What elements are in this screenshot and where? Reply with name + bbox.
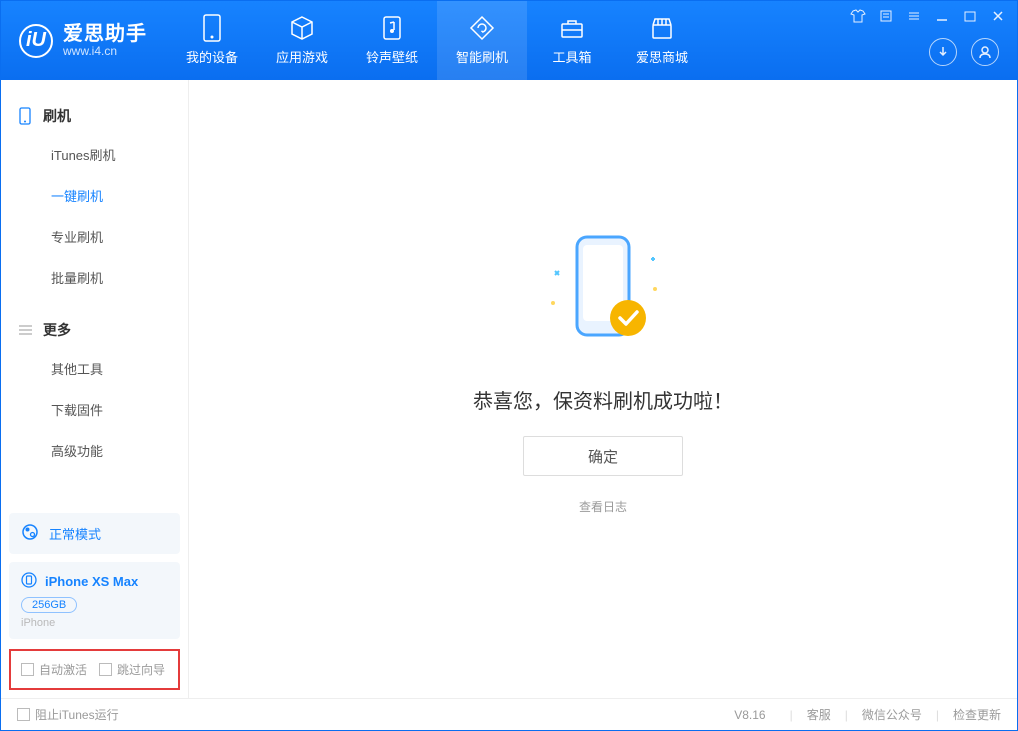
footer-link-service[interactable]: 客服 [807, 706, 831, 723]
toolbox-icon [559, 15, 585, 41]
mode-card[interactable]: 正常模式 [9, 513, 180, 554]
close-icon[interactable] [989, 7, 1007, 25]
device-card[interactable]: iPhone XS Max 256GB iPhone [9, 562, 180, 639]
sidebar-item-batch-flash[interactable]: 批量刷机 [1, 257, 188, 298]
nav-store[interactable]: 爱思商城 [617, 1, 707, 80]
device-name: iPhone XS Max [45, 574, 138, 589]
download-icon[interactable] [929, 38, 957, 66]
separator: | [845, 708, 848, 722]
nav-label: 铃声壁纸 [366, 47, 418, 66]
device-storage-badge: 256GB [21, 597, 77, 613]
app-title: 爱思助手 [63, 23, 147, 45]
checkbox-skip-guide[interactable]: 跳过向导 [99, 661, 165, 678]
music-icon [379, 15, 405, 41]
sidebar-section-more: 更多 [1, 312, 188, 348]
sidebar-item-download-firmware[interactable]: 下载固件 [1, 389, 188, 430]
checkbox-icon [17, 708, 30, 721]
separator: | [936, 708, 939, 722]
header-actions [929, 38, 999, 66]
minimize-icon[interactable] [933, 7, 951, 25]
app-logo-icon: iU [19, 24, 53, 58]
footer-right: V8.16 | 客服 | 微信公众号 | 检查更新 [734, 706, 1001, 723]
footer-option-label: 阻止iTunes运行 [35, 706, 119, 723]
options-highlight-box: 自动激活 跳过向导 [9, 649, 180, 690]
sidebar-section-title: 更多 [43, 320, 71, 340]
refresh-icon [469, 15, 495, 41]
app-window: iU 爱思助手 www.i4.cn 我的设备 应用游戏 [0, 0, 1018, 731]
nav-label: 爱思商城 [636, 47, 688, 66]
store-icon [649, 15, 675, 41]
shirt-icon[interactable] [849, 7, 867, 25]
user-icon[interactable] [971, 38, 999, 66]
window-controls [849, 7, 1007, 25]
footer-link-update[interactable]: 检查更新 [953, 706, 1001, 723]
checkbox-block-itunes[interactable]: 阻止iTunes运行 [17, 706, 119, 723]
header: iU 爱思助手 www.i4.cn 我的设备 应用游戏 [1, 1, 1017, 80]
nav-label: 工具箱 [552, 47, 591, 66]
nav-toolbox[interactable]: 工具箱 [527, 1, 617, 80]
footer-left: 阻止iTunes运行 [17, 706, 119, 723]
device-small-icon [21, 572, 37, 591]
nav-label: 应用游戏 [276, 47, 328, 66]
top-nav: 我的设备 应用游戏 铃声壁纸 智能刷机 [167, 1, 707, 80]
footer-link-wechat[interactable]: 微信公众号 [862, 706, 922, 723]
maximize-icon[interactable] [961, 7, 979, 25]
sidebar: 刷机 iTunes刷机 一键刷机 专业刷机 批量刷机 更多 其他工具 下载固件 … [1, 80, 189, 698]
ok-button[interactable]: 确定 [523, 436, 683, 476]
view-log-link[interactable]: 查看日志 [579, 498, 627, 515]
sidebar-item-itunes-flash[interactable]: iTunes刷机 [1, 134, 188, 175]
logo-text: 爱思助手 www.i4.cn [63, 23, 147, 58]
sidebar-item-advanced[interactable]: 高级功能 [1, 430, 188, 471]
version-label: V8.16 [734, 708, 765, 722]
sidebar-section-flash: 刷机 [1, 98, 188, 134]
checkbox-icon [21, 663, 34, 676]
body: 刷机 iTunes刷机 一键刷机 专业刷机 批量刷机 更多 其他工具 下载固件 … [1, 80, 1017, 698]
success-message: 恭喜您，保资料刷机成功啦！ [473, 385, 733, 414]
checkbox-icon [99, 663, 112, 676]
mode-label: 正常模式 [49, 524, 101, 543]
note-icon[interactable] [877, 7, 895, 25]
checkbox-auto-activate[interactable]: 自动激活 [21, 661, 87, 678]
option-label: 自动激活 [39, 661, 87, 678]
nav-ringtones-wallpapers[interactable]: 铃声壁纸 [347, 1, 437, 80]
nav-label: 智能刷机 [456, 47, 508, 66]
nav-apps-games[interactable]: 应用游戏 [257, 1, 347, 80]
logo-area: iU 爱思助手 www.i4.cn [1, 1, 167, 80]
separator: | [790, 708, 793, 722]
main-content: 恭喜您，保资料刷机成功啦！ 确定 查看日志 [189, 80, 1017, 698]
app-url: www.i4.cn [63, 45, 147, 58]
footer: 阻止iTunes运行 V8.16 | 客服 | 微信公众号 | 检查更新 [1, 698, 1017, 730]
success-illustration [533, 223, 673, 363]
option-label: 跳过向导 [117, 661, 165, 678]
sidebar-item-other-tools[interactable]: 其他工具 [1, 348, 188, 389]
sidebar-item-pro-flash[interactable]: 专业刷机 [1, 216, 188, 257]
phone-icon [17, 108, 33, 124]
nav-label: 我的设备 [186, 47, 238, 66]
nav-smart-flash[interactable]: 智能刷机 [437, 1, 527, 80]
cube-icon [289, 15, 315, 41]
sidebar-section-title: 刷机 [43, 106, 71, 126]
sidebar-item-oneclick-flash[interactable]: 一键刷机 [1, 175, 188, 216]
mode-icon [21, 523, 39, 544]
menu-icon [17, 322, 33, 338]
nav-my-device[interactable]: 我的设备 [167, 1, 257, 80]
menu-icon[interactable] [905, 7, 923, 25]
device-icon [199, 15, 225, 41]
device-type: iPhone [21, 617, 168, 629]
